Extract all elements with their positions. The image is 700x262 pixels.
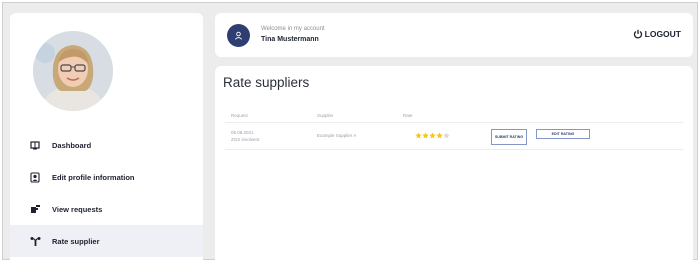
sidebar-item-dashboard[interactable]: Dashboard	[10, 129, 203, 161]
sidebar-item-rate-supplier[interactable]: Rate supplier	[10, 225, 203, 257]
star-rating[interactable]	[415, 132, 450, 139]
request-date: 05.08.2021	[231, 130, 254, 135]
view-requests-icon	[28, 203, 42, 215]
sidebar-item-view-requests[interactable]: View requests	[10, 193, 203, 225]
column-header-request: Request	[231, 113, 248, 118]
sidebar-item-label: Rate supplier	[52, 236, 100, 246]
page-title: Rate suppliers	[223, 75, 310, 90]
star-empty-icon[interactable]	[443, 132, 450, 139]
star-filled-icon[interactable]	[436, 132, 443, 139]
header-bar: Welcome in my account Tina Mustermann LO…	[215, 13, 693, 57]
power-icon	[633, 29, 642, 39]
star-filled-icon[interactable]	[415, 132, 422, 139]
column-header-supplier: Supplier	[317, 113, 334, 118]
rate-suppliers-table: Request Supplier Rate 05.08.2021 ZGS inv…	[225, 109, 683, 150]
logout-button[interactable]: LOGOUT	[633, 29, 681, 39]
table-row: 05.08.2021 ZGS involvent Example Supplie…	[225, 123, 683, 150]
column-header-rate: Rate	[403, 113, 413, 118]
welcome-text: Welcome in my account	[261, 26, 325, 32]
sidebar-item-edit-profile[interactable]: Edit profile information	[10, 161, 203, 193]
username: Tina Mustermann	[261, 36, 319, 43]
user-icon	[227, 24, 250, 47]
sidebar: Dashboard Edit profile information View …	[10, 13, 203, 260]
dashboard-icon	[28, 139, 42, 151]
sidebar-item-label: View requests	[52, 204, 103, 214]
star-filled-icon[interactable]	[422, 132, 429, 139]
sidebar-item-label: Dashboard	[52, 140, 92, 150]
sidebar-item-label: Edit profile information	[52, 172, 135, 182]
rate-supplier-icon	[28, 235, 42, 247]
edit-profile-icon	[28, 171, 42, 183]
sidebar-nav: Dashboard Edit profile information View …	[10, 129, 203, 257]
avatar	[33, 31, 113, 111]
submit-rating-button[interactable]: SUBMIT RATING	[491, 129, 527, 145]
logout-label: LOGOUT	[644, 29, 681, 39]
main-panel: Rate suppliers Request Supplier Rate 05.…	[215, 66, 693, 260]
table-header: Request Supplier Rate	[225, 109, 683, 123]
star-filled-icon[interactable]	[429, 132, 436, 139]
request-id: ZGS involvent	[231, 137, 260, 142]
edit-rating-button[interactable]: EDIT RATING	[536, 129, 590, 139]
supplier-name: Example Supplier A	[317, 133, 357, 138]
